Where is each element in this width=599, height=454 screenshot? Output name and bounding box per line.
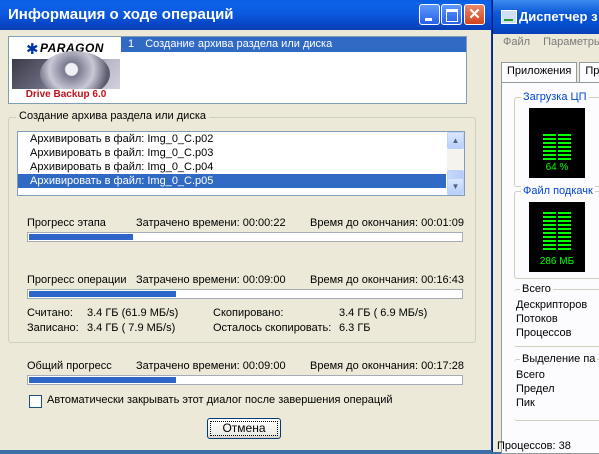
pagefile-bars [543, 212, 571, 250]
overall-remaining: Время до окончания: 00:17:28 [310, 360, 464, 372]
pagefile-caption: Файл подкачк [521, 185, 595, 197]
close-button[interactable]: ✕ [464, 4, 485, 25]
cpu-usage-meter: 64 % [529, 108, 585, 178]
stage-progress-label: Прогресс этапа [27, 217, 106, 229]
task-manager-icon [501, 10, 517, 24]
auto-close-label[interactable]: Автоматически закрывать этот диалог посл… [47, 394, 393, 406]
totals-row-handles: Дескрипторов [516, 299, 588, 311]
menu-file[interactable]: Файл [503, 36, 530, 48]
commit-row-limit: Предел [516, 383, 555, 395]
task-manager-tabs: Приложения Пр [501, 62, 599, 82]
task-list-item[interactable]: 1 Создание архива раздела или диска [121, 37, 466, 52]
commit-row-total: Всего [516, 369, 545, 381]
scroll-up-button[interactable]: ▲ [447, 132, 464, 149]
operation-elapsed: Затрачено времени: 00:09:00 [136, 274, 286, 286]
totals-caption: Всего [520, 283, 553, 295]
cancel-button[interactable]: Отмена [207, 418, 281, 439]
stage-remaining: Время до окончания: 00:01:09 [310, 217, 464, 229]
totals-row-threads: Потоков [516, 313, 558, 325]
commit-charge-group: Выделение па Всего Предел Пик [514, 353, 599, 421]
cpu-usage-group: Загрузка ЦП 64 % [514, 91, 599, 187]
task-manager-title: Диспетчер з [519, 9, 598, 24]
commit-charge-caption: Выделение па [520, 353, 598, 365]
cpu-usage-bars [543, 134, 571, 162]
copied-label: Скопировано: [213, 307, 284, 319]
task-manager-title-bar[interactable]: Диспетчер з [493, 0, 599, 34]
task-panel: ✱ PARAGON Drive Backup 6.0 1 Создание ар… [8, 36, 467, 104]
read-label: Считано: [27, 307, 73, 319]
overall-progress-fill [29, 377, 176, 383]
pagefile-value: 286 МБ [539, 256, 575, 267]
dialog-title: Информация о ходе операций [8, 6, 234, 23]
left-to-copy-value: 6.3 ГБ [339, 322, 371, 334]
list-item[interactable]: Архивировать в файл: Img_0_C.p03 [18, 146, 446, 160]
list-item[interactable]: Архивировать в файл: Img_0_C.p02 [18, 132, 446, 146]
list-item-selected[interactable]: Архивировать в файл: Img_0_C.p05 [18, 174, 446, 188]
dialog-title-bar[interactable]: Информация о ходе операций ✕ [0, 0, 491, 30]
file-list-scrollbar[interactable]: ▲ ▼ [447, 132, 464, 195]
pagefile-group: Файл подкачк 286 МБ [514, 185, 599, 279]
cpu-usage-value: 64 % [545, 162, 569, 173]
list-item[interactable]: Архивировать в файл: Img_0_C.p04 [18, 160, 446, 174]
totals-group: Всего Дескрипторов Потоков Процессов [514, 283, 599, 347]
scroll-down-button[interactable]: ▼ [447, 178, 464, 195]
pagefile-meter: 286 МБ [529, 202, 585, 272]
task-manager-menu-bar: Файл Параметры [493, 36, 599, 54]
progress-dialog[interactable]: Информация о ходе операций ✕ ✱ PARAGON D… [0, 0, 492, 450]
commit-row-peak: Пик [516, 397, 535, 409]
left-to-copy-label: Осталось скопировать: [213, 322, 332, 334]
logo-product: Drive Backup 6.0 [12, 89, 120, 101]
paragon-logo: ✱ PARAGON Drive Backup 6.0 [12, 39, 120, 101]
totals-row-processes: Процессов [516, 327, 572, 339]
tab-applications[interactable]: Приложения [501, 62, 578, 82]
task-number: 1 [128, 38, 135, 50]
copied-value: 3.4 ГБ ( 6.9 МБ/s) [339, 307, 428, 319]
stage-progress-fill [29, 234, 133, 240]
paragon-star-icon: ✱ [26, 41, 39, 58]
written-value: 3.4 ГБ ( 7.9 МБ/s) [87, 322, 176, 334]
totals-rows: Дескрипторов Потоков Процессов [516, 298, 587, 340]
stage-elapsed: Затрачено времени: 00:00:22 [136, 217, 286, 229]
operation-progress-bar [27, 289, 463, 299]
commit-charge-rows: Всего Предел Пик [516, 368, 555, 410]
task-manager-status-bar: Процессов: 38 [497, 440, 571, 452]
operation-progress-label: Прогресс операции [27, 274, 127, 286]
cpu-usage-caption: Загрузка ЦП [521, 91, 589, 103]
operation-remaining: Время до окончания: 00:16:43 [310, 274, 464, 286]
task-manager-window[interactable]: Диспетчер з Файл Параметры Приложения Пр … [492, 0, 599, 454]
maximize-button[interactable] [441, 4, 462, 25]
task-label: Создание архива раздела или диска [145, 38, 333, 50]
read-value: 3.4 ГБ (61.9 МБ/s) [87, 307, 179, 319]
minimize-button[interactable] [419, 4, 440, 25]
group-caption: Создание архива раздела или диска [16, 110, 209, 122]
overall-elapsed: Затрачено времени: 00:09:00 [136, 360, 286, 372]
written-label: Записано: [27, 322, 79, 334]
overall-progress-bar [27, 375, 463, 385]
file-operation-list[interactable]: Архивировать в файл: Img_0_C.p02 Архивир… [17, 131, 465, 196]
stage-progress-bar [27, 232, 463, 242]
close-icon: ✕ [468, 6, 481, 23]
menu-options[interactable]: Параметры [543, 36, 599, 48]
auto-close-checkbox[interactable] [29, 395, 42, 408]
overall-progress-label: Общий прогресс [27, 360, 112, 372]
performance-panel: Загрузка ЦП 64 % Файл подкачк 286 МБ Все… [501, 82, 599, 454]
task-list[interactable]: 1 Создание архива раздела или диска [121, 37, 466, 103]
tab-processes[interactable]: Пр [579, 62, 599, 82]
operation-progress-fill [29, 291, 176, 297]
